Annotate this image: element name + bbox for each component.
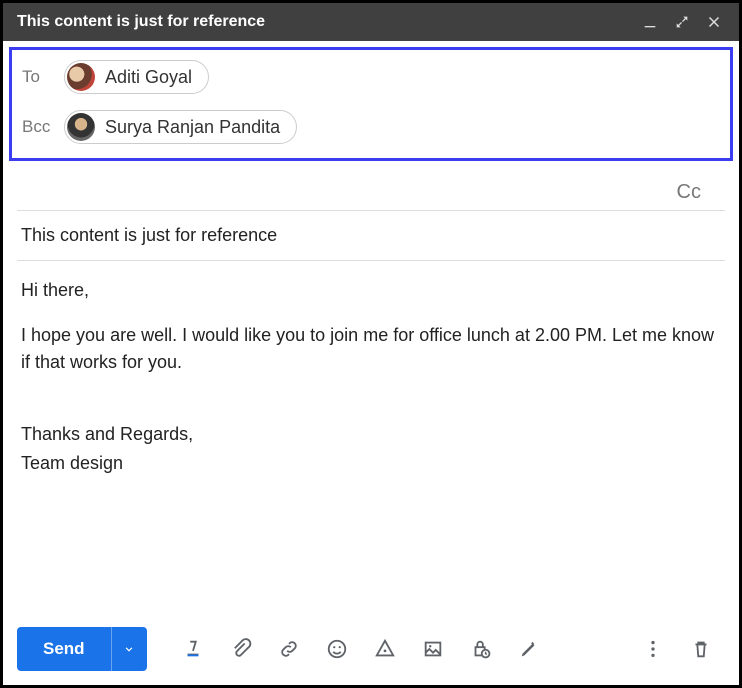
cc-toggle[interactable]: Cc bbox=[677, 181, 701, 204]
minimize-icon bbox=[642, 14, 658, 30]
body-greeting: Hi there, bbox=[21, 277, 721, 304]
recipient-chip-to[interactable]: Aditi Goyal bbox=[64, 60, 209, 94]
send-button-group: Send bbox=[17, 627, 147, 671]
lock-clock-icon bbox=[470, 638, 492, 660]
to-row[interactable]: To Aditi Goyal bbox=[16, 56, 726, 98]
avatar bbox=[67, 63, 95, 91]
drive-button[interactable] bbox=[367, 631, 403, 667]
body-signoff: Thanks and Regards, bbox=[21, 421, 721, 448]
cc-toggle-row: Cc bbox=[17, 167, 725, 211]
send-button[interactable]: Send bbox=[17, 627, 111, 671]
compose-toolbar: Send bbox=[3, 617, 739, 685]
window-title: This content is just for reference bbox=[17, 13, 265, 31]
close-icon bbox=[705, 13, 723, 31]
confidential-button[interactable] bbox=[463, 631, 499, 667]
recipient-chip-bcc[interactable]: Surya Ranjan Pandita bbox=[64, 110, 297, 144]
paperclip-icon bbox=[230, 638, 252, 660]
expand-button[interactable] bbox=[671, 11, 693, 33]
discard-button[interactable] bbox=[683, 631, 719, 667]
subject-text: This content is just for reference bbox=[21, 225, 277, 245]
recipients-highlight-box: To Aditi Goyal Bcc Surya Ranjan Pandita bbox=[9, 47, 733, 161]
drive-icon bbox=[374, 638, 396, 660]
insert-link-button[interactable] bbox=[271, 631, 307, 667]
pen-icon bbox=[518, 638, 540, 660]
recipient-name: Surya Ranjan Pandita bbox=[105, 117, 280, 138]
text-format-icon bbox=[182, 638, 204, 660]
link-icon bbox=[278, 638, 300, 660]
bcc-row[interactable]: Bcc Surya Ranjan Pandita bbox=[16, 106, 726, 148]
attach-button[interactable] bbox=[223, 631, 259, 667]
trash-icon bbox=[690, 638, 712, 660]
signature-button[interactable] bbox=[511, 631, 547, 667]
close-button[interactable] bbox=[703, 11, 725, 33]
body-paragraph: I hope you are well. I would like you to… bbox=[21, 322, 721, 376]
image-icon bbox=[422, 638, 444, 660]
subject-field[interactable]: This content is just for reference bbox=[17, 211, 725, 261]
minimize-button[interactable] bbox=[639, 11, 661, 33]
send-more-button[interactable] bbox=[111, 627, 147, 671]
expand-icon bbox=[674, 14, 690, 30]
emoji-icon bbox=[326, 638, 348, 660]
titlebar: This content is just for reference bbox=[3, 3, 739, 41]
bcc-label: Bcc bbox=[22, 117, 64, 137]
emoji-button[interactable] bbox=[319, 631, 355, 667]
recipient-name: Aditi Goyal bbox=[105, 67, 192, 88]
formatting-button[interactable] bbox=[175, 631, 211, 667]
chevron-down-icon bbox=[122, 642, 136, 656]
compose-window: This content is just for reference To Ad… bbox=[3, 3, 739, 685]
insert-image-button[interactable] bbox=[415, 631, 451, 667]
more-vertical-icon bbox=[642, 638, 664, 660]
message-body[interactable]: Hi there, I hope you are well. I would l… bbox=[17, 261, 725, 617]
avatar bbox=[67, 113, 95, 141]
body-team: Team design bbox=[21, 450, 721, 477]
more-options-button[interactable] bbox=[635, 631, 671, 667]
to-label: To bbox=[22, 67, 64, 87]
